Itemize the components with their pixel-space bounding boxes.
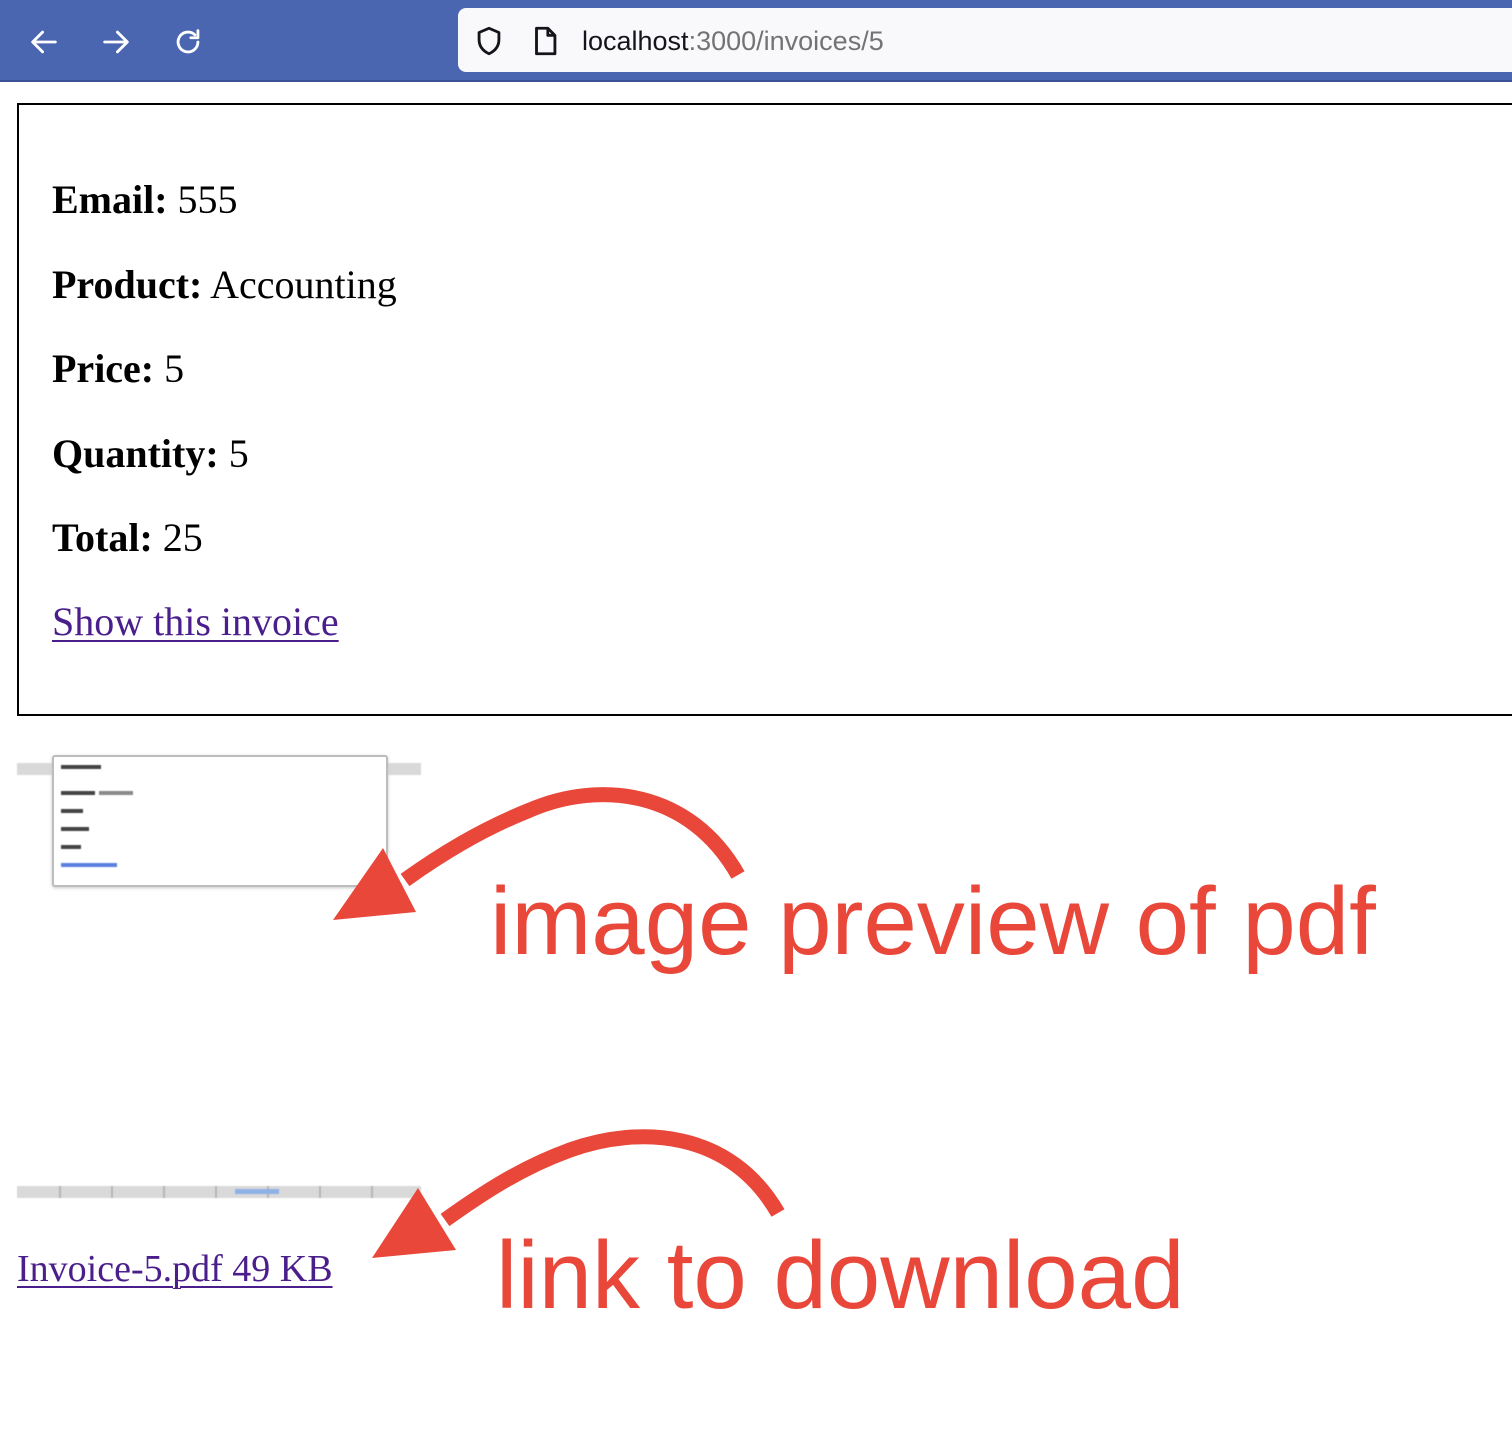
download-annotation-label: link to download (496, 1222, 1185, 1329)
download-arrow-head (372, 1188, 456, 1258)
preview-arrow-head (333, 848, 416, 920)
download-arrow-curve (440, 1129, 785, 1227)
preview-annotation-label: image preview of pdf (490, 868, 1376, 975)
